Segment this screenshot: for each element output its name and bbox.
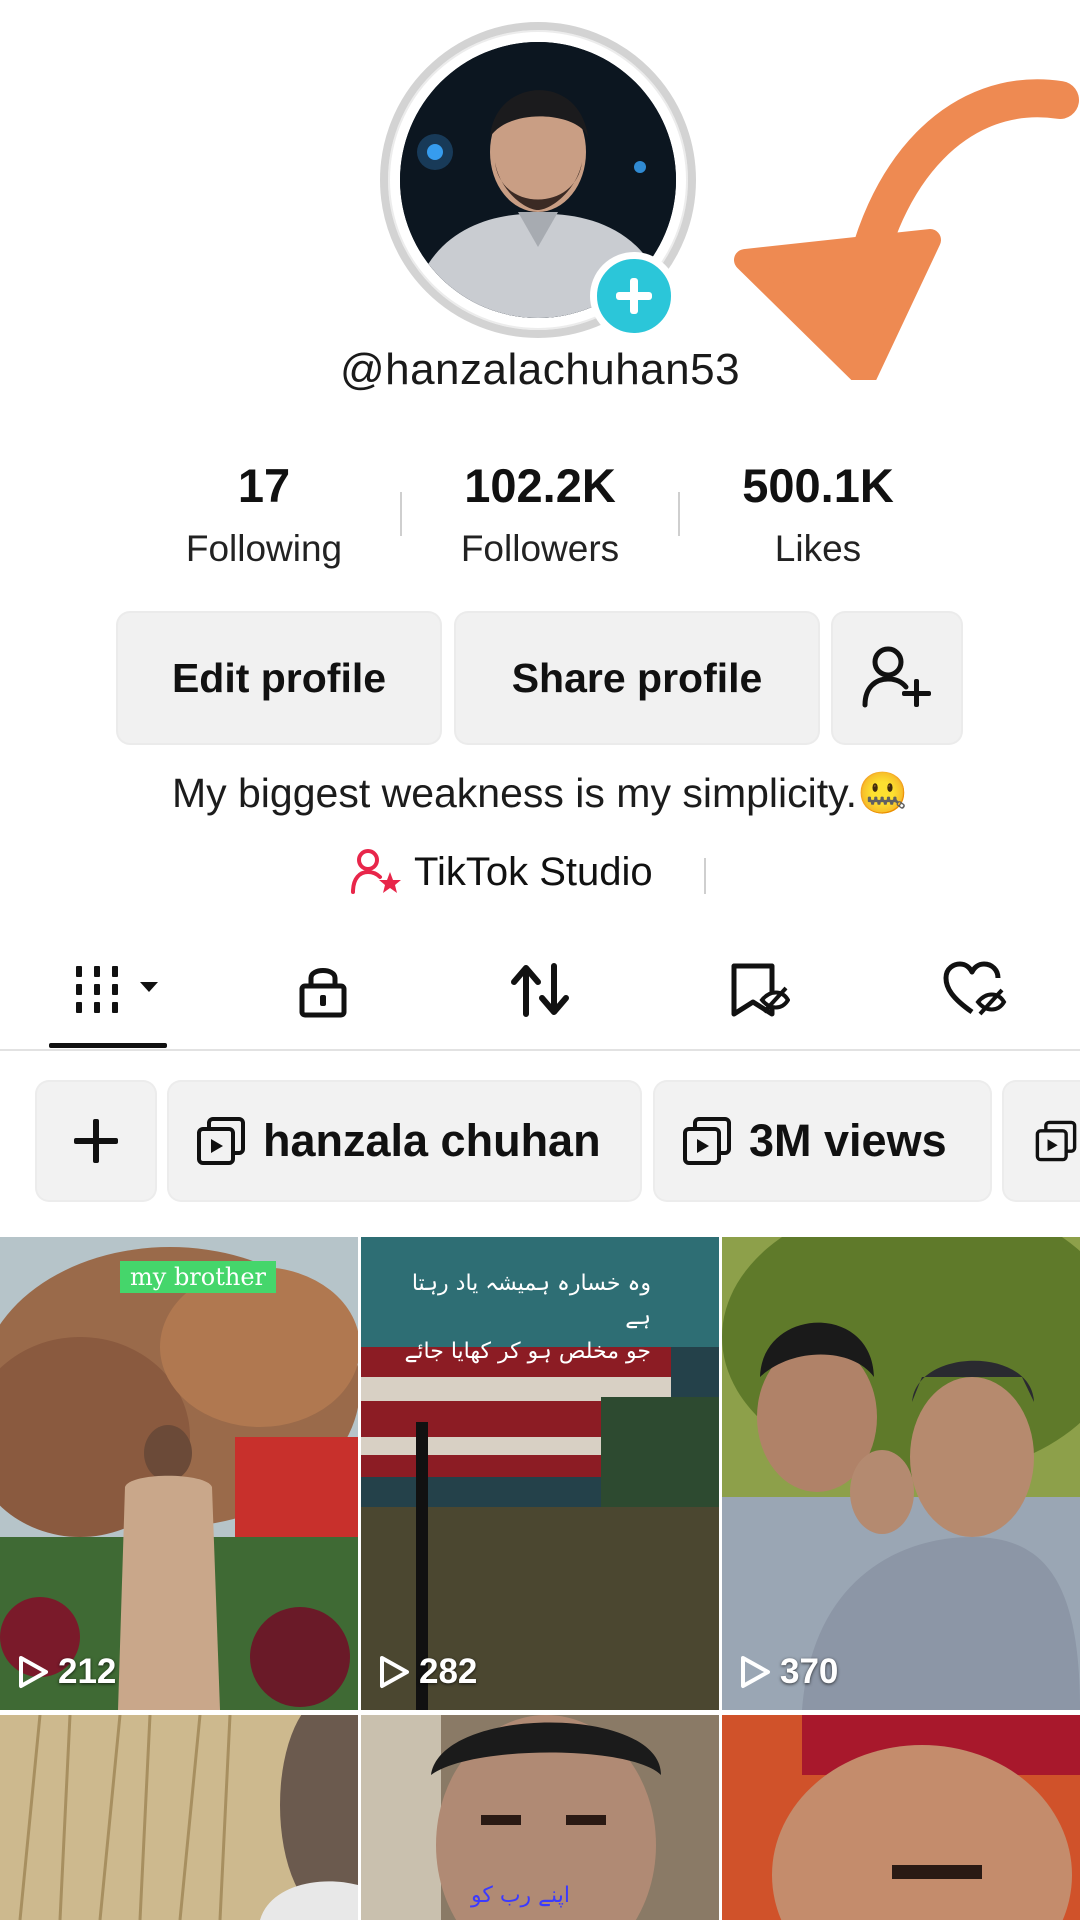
play-icon: [19, 1656, 48, 1688]
collection-label: hanzala chuhan: [263, 1115, 601, 1166]
followers-label[interactable]: Followers: [410, 528, 670, 570]
studio-user-star-icon: [351, 849, 401, 894]
video-thumbnail-image: [0, 1715, 358, 1920]
lock-icon: [299, 968, 347, 1018]
active-tab-indicator: [49, 1043, 167, 1048]
share-profile-button[interactable]: Share profile: [456, 613, 818, 743]
collection-chip[interactable]: hanzala chuhan: [169, 1082, 640, 1200]
following-count[interactable]: 17: [134, 458, 394, 513]
tiktok-studio-link[interactable]: TikTok Studio: [350, 848, 653, 896]
add-user-icon: [862, 646, 931, 708]
video-thumbnail[interactable]: وہ خسارہ ہمیشہ یاد رہتا ہے جو مخلص ہو کر…: [361, 1237, 719, 1710]
likes-label[interactable]: Likes: [688, 528, 948, 570]
tab-videos[interactable]: [72, 955, 162, 1025]
tab-private[interactable]: [283, 955, 363, 1025]
view-count: 282: [377, 1652, 477, 1692]
likes-count[interactable]: 500.1K: [688, 458, 948, 513]
play-icon: [741, 1656, 770, 1688]
collection-icon: [197, 1117, 245, 1165]
collection-chip[interactable]: [1004, 1082, 1080, 1200]
video-thumbnail[interactable]: اپنے رب کو: [361, 1715, 719, 1920]
video-caption: اپنے رب کو: [471, 1883, 570, 1908]
video-thumbnail-image: [722, 1715, 1080, 1920]
stat-divider: [678, 492, 680, 536]
collection-icon: [1035, 1120, 1077, 1162]
videos-grid-icon: [76, 966, 158, 1013]
username: @hanzalachuhan53: [339, 345, 741, 394]
collection-label: 3M views: [749, 1115, 947, 1166]
video-caption: وہ خسارہ ہمیشہ یاد رہتا ہے جو مخلص ہو کر…: [404, 1271, 651, 1364]
add-friends-button[interactable]: [833, 613, 961, 743]
followers-count[interactable]: 102.2K: [410, 458, 670, 513]
play-icon: [380, 1656, 409, 1688]
video-thumbnail[interactable]: 370: [722, 1237, 1080, 1710]
view-count: 370: [738, 1652, 838, 1692]
following-label[interactable]: Following: [134, 528, 394, 570]
studio-label: TikTok Studio: [414, 849, 653, 894]
add-avatar-button[interactable]: [590, 252, 678, 340]
tab-saved[interactable]: [718, 955, 798, 1025]
video-thumbnail[interactable]: [722, 1715, 1080, 1920]
video-thumbnail-image: [0, 1237, 358, 1710]
repost-icon: [511, 963, 569, 1017]
edit-profile-button[interactable]: Edit profile: [118, 613, 440, 743]
plus-icon: [74, 1119, 118, 1163]
bio-text: My biggest weakness is my simplicity.🤐: [171, 770, 909, 816]
view-count: 212: [16, 1652, 116, 1692]
liked-icon: [943, 961, 1007, 1016]
stat-divider: [400, 492, 402, 536]
collection-icon: [683, 1117, 731, 1165]
add-collection-button[interactable]: [37, 1082, 155, 1200]
plus-icon: [616, 278, 652, 314]
tab-reposts[interactable]: [500, 955, 580, 1025]
orange-arrow-annotation: [734, 79, 1079, 380]
video-thumbnail[interactable]: my brother 212: [0, 1237, 358, 1710]
tab-liked[interactable]: [935, 955, 1015, 1025]
video-thumbnail-image: [722, 1237, 1080, 1710]
video-caption: my brother: [120, 1261, 277, 1293]
studio-divider: [704, 858, 706, 894]
video-thumbnail[interactable]: [0, 1715, 358, 1920]
collection-chip[interactable]: 3M views: [655, 1082, 990, 1200]
saved-icon: [731, 963, 790, 1017]
tabs-divider: [0, 1049, 1080, 1051]
